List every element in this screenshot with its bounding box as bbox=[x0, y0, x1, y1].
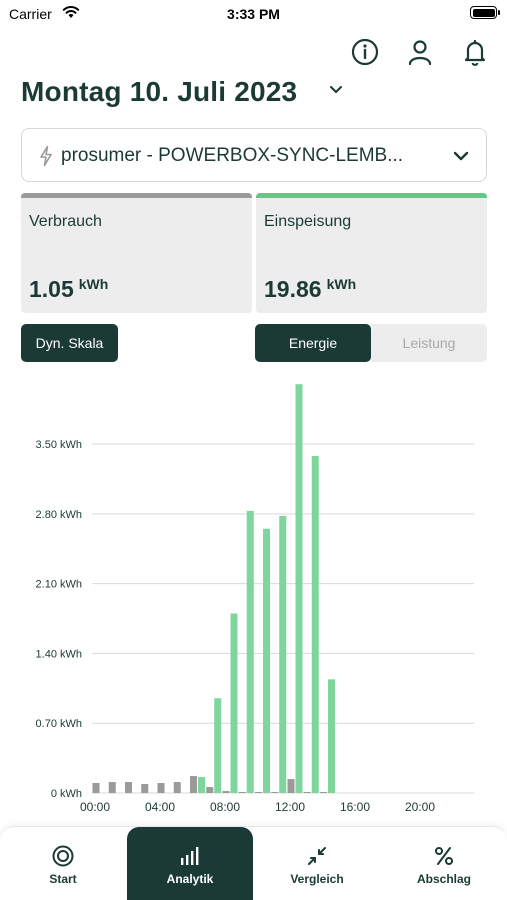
mode-power-button[interactable]: Leistung bbox=[371, 324, 487, 362]
y-tick-label: 2.10 kWh bbox=[36, 579, 82, 591]
device-select-value: prosumer - POWERBOX-SYNC-LEMB... bbox=[61, 145, 404, 166]
x-tick-label: 04:00 bbox=[145, 800, 175, 814]
feed-in-bar bbox=[295, 384, 303, 793]
consumption-unit: kWh bbox=[78, 276, 109, 292]
tab-vergleich[interactable]: Vergleich bbox=[254, 827, 380, 900]
dynamic-scale-button[interactable]: Dyn. Skala bbox=[21, 324, 118, 362]
feed-in-bar bbox=[328, 679, 335, 793]
target-icon bbox=[52, 845, 74, 867]
consumption-bar bbox=[271, 792, 279, 793]
status-bar: Carrier 3:33 PM bbox=[0, 0, 507, 28]
tab-start-label: Start bbox=[49, 872, 77, 886]
consumption-value: 1.05 bbox=[29, 276, 74, 302]
y-tick-label: 2.80 kWh bbox=[36, 509, 82, 521]
feed-in-bar bbox=[198, 777, 205, 793]
feed-in-unit: kWh bbox=[326, 276, 357, 292]
consumption-bar bbox=[238, 792, 246, 793]
consumption-bar bbox=[255, 792, 262, 793]
consumption-bar bbox=[157, 783, 165, 793]
consumption-bar bbox=[320, 792, 327, 793]
bell-icon[interactable] bbox=[460, 37, 490, 67]
consumption-card-value: 1.05 kWh bbox=[29, 276, 108, 303]
consumption-bar bbox=[222, 791, 230, 793]
feed-in-bar bbox=[279, 515, 287, 793]
consumption-bar bbox=[125, 782, 132, 793]
compare-arrows-icon bbox=[308, 847, 326, 865]
y-tick-label: 0.70 kWh bbox=[36, 718, 82, 730]
tab-abschlag[interactable]: Abschlag bbox=[381, 827, 507, 900]
x-tick-label: 00:00 bbox=[80, 800, 110, 814]
status-time: 3:33 PM bbox=[227, 6, 280, 22]
tab-start[interactable]: Start bbox=[0, 827, 126, 900]
y-tick-label: 1.40 kWh bbox=[36, 648, 82, 660]
feed-in-card-title: Einspeisung bbox=[264, 213, 352, 230]
feed-in-bar bbox=[230, 613, 238, 793]
mode-energy-button[interactable]: Energie bbox=[255, 324, 371, 362]
feed-in-bar bbox=[263, 528, 270, 793]
tab-vergleich-label: Vergleich bbox=[290, 872, 344, 886]
consumption-bar bbox=[190, 776, 197, 793]
y-tick-label: 3.50 kWh bbox=[36, 439, 82, 451]
consumption-bar bbox=[92, 783, 100, 793]
consumption-card: Verbrauch 1.05 kWh bbox=[21, 193, 252, 313]
consumption-card-title: Verbrauch bbox=[29, 213, 102, 230]
feed-in-bar bbox=[311, 456, 319, 793]
consumption-bar bbox=[108, 782, 116, 793]
feed-in-card: Einspeisung 19.86 kWh bbox=[256, 193, 487, 313]
bar-chart-icon bbox=[181, 847, 199, 865]
feed-in-card-value: 19.86 kWh bbox=[264, 276, 356, 303]
consumption-bar bbox=[141, 784, 149, 793]
chevron-down-icon[interactable] bbox=[328, 84, 344, 96]
y-tick-label: 0 kWh bbox=[51, 788, 82, 800]
energy-bar-chart: 0 kWh 0.70 kWh 1.40 kWh 2.10 kWh 2.80 kWh 3.5… bbox=[36, 384, 474, 814]
x-tick-label: 16:00 bbox=[340, 800, 370, 814]
tab-abschlag-label: Abschlag bbox=[416, 872, 471, 886]
consumption-bar bbox=[287, 779, 295, 793]
device-select[interactable]: prosumer - POWERBOX-SYNC-LEMB... bbox=[21, 128, 487, 182]
consumption-bar bbox=[303, 792, 311, 793]
tab-bar: Start Analytik Vergleich Abschlag bbox=[0, 826, 507, 900]
tab-analytik[interactable]: Analytik bbox=[127, 827, 253, 900]
date-title[interactable]: Montag 10. Juli 2023 bbox=[21, 76, 297, 108]
x-tick-label: 08:00 bbox=[210, 800, 240, 814]
feed-in-value: 19.86 bbox=[264, 276, 322, 302]
x-tick-label: 12:00 bbox=[275, 800, 305, 814]
consumption-card-accent bbox=[21, 193, 252, 198]
user-icon[interactable] bbox=[405, 37, 435, 67]
info-icon[interactable] bbox=[350, 37, 380, 67]
feed-in-card-accent bbox=[256, 193, 487, 198]
chevron-down-icon bbox=[453, 151, 469, 161]
bolt-icon bbox=[40, 145, 52, 167]
feed-in-bar bbox=[214, 698, 222, 793]
tab-analytik-label: Analytik bbox=[166, 872, 214, 886]
consumption-bar bbox=[173, 782, 181, 793]
percent-icon bbox=[435, 847, 453, 865]
feed-in-bar bbox=[246, 510, 254, 793]
battery-icon bbox=[470, 6, 500, 19]
consumption-bar bbox=[206, 787, 214, 793]
x-tick-label: 20:00 bbox=[405, 800, 435, 814]
